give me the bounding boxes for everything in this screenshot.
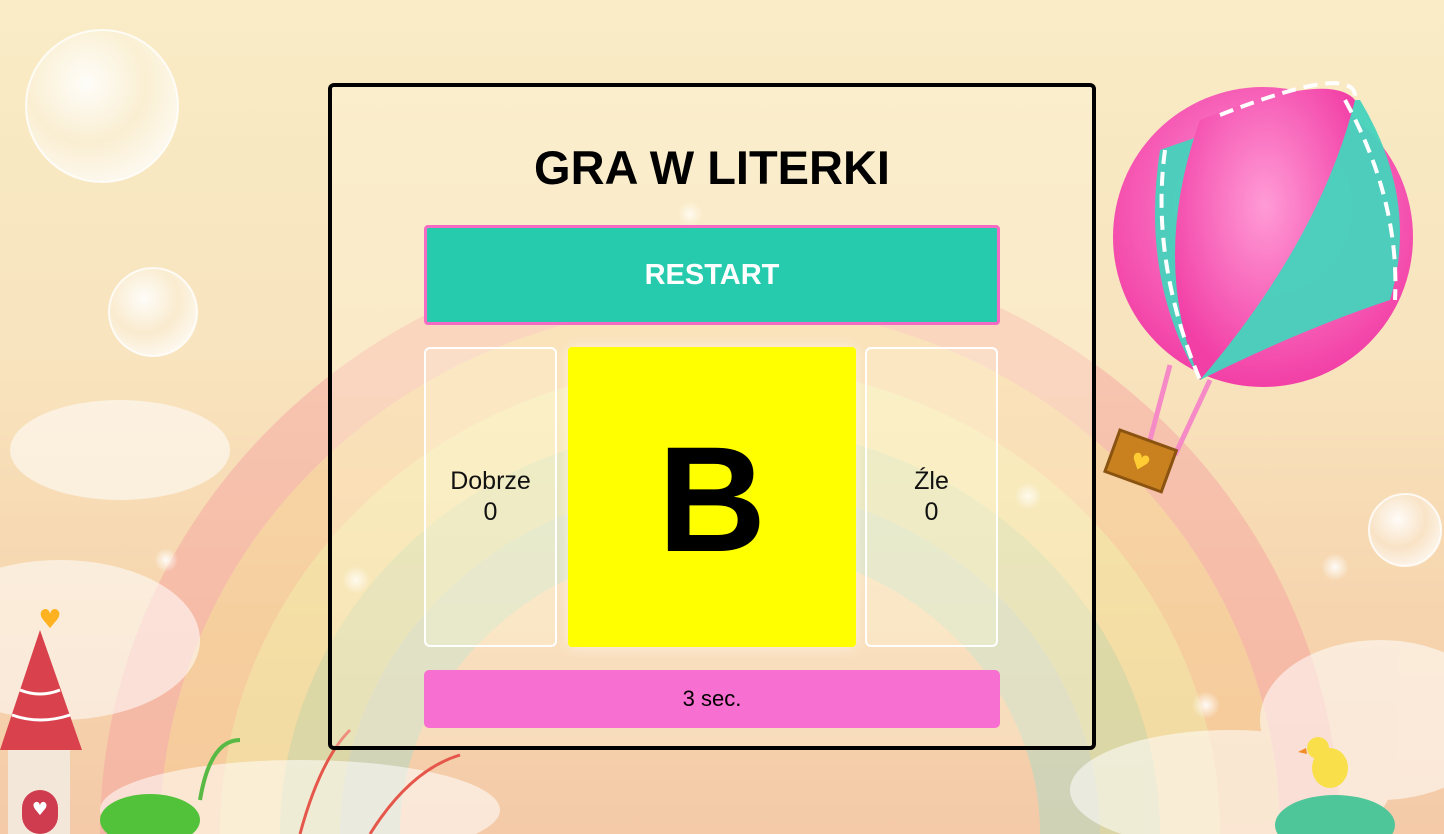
timer-bar: 3 sec. xyxy=(424,670,1000,728)
bad-score-panel: Źle 0 xyxy=(865,347,998,647)
game-title: GRA W LITERKI xyxy=(534,141,890,194)
svg-text:♥: ♥ xyxy=(32,799,48,820)
letter-display: B xyxy=(568,347,856,647)
good-score-panel: Dobrze 0 xyxy=(424,347,557,647)
svg-text:♥: ♥ xyxy=(38,605,61,635)
good-score-count: 0 xyxy=(483,498,498,526)
restart-button[interactable]: RESTART xyxy=(424,225,1000,325)
timer-text: 3 sec. xyxy=(682,686,742,711)
good-score-label: Dobrze xyxy=(450,467,531,495)
bad-score-count: 0 xyxy=(924,498,939,526)
hot-air-balloon-icon: ♥ xyxy=(1103,81,1413,494)
game-board: GRA W LITERKI RESTART Dobrze 0 B Źle 0 3… xyxy=(328,83,1096,750)
bad-score-label: Źle xyxy=(914,467,949,495)
current-letter: B xyxy=(657,415,767,583)
